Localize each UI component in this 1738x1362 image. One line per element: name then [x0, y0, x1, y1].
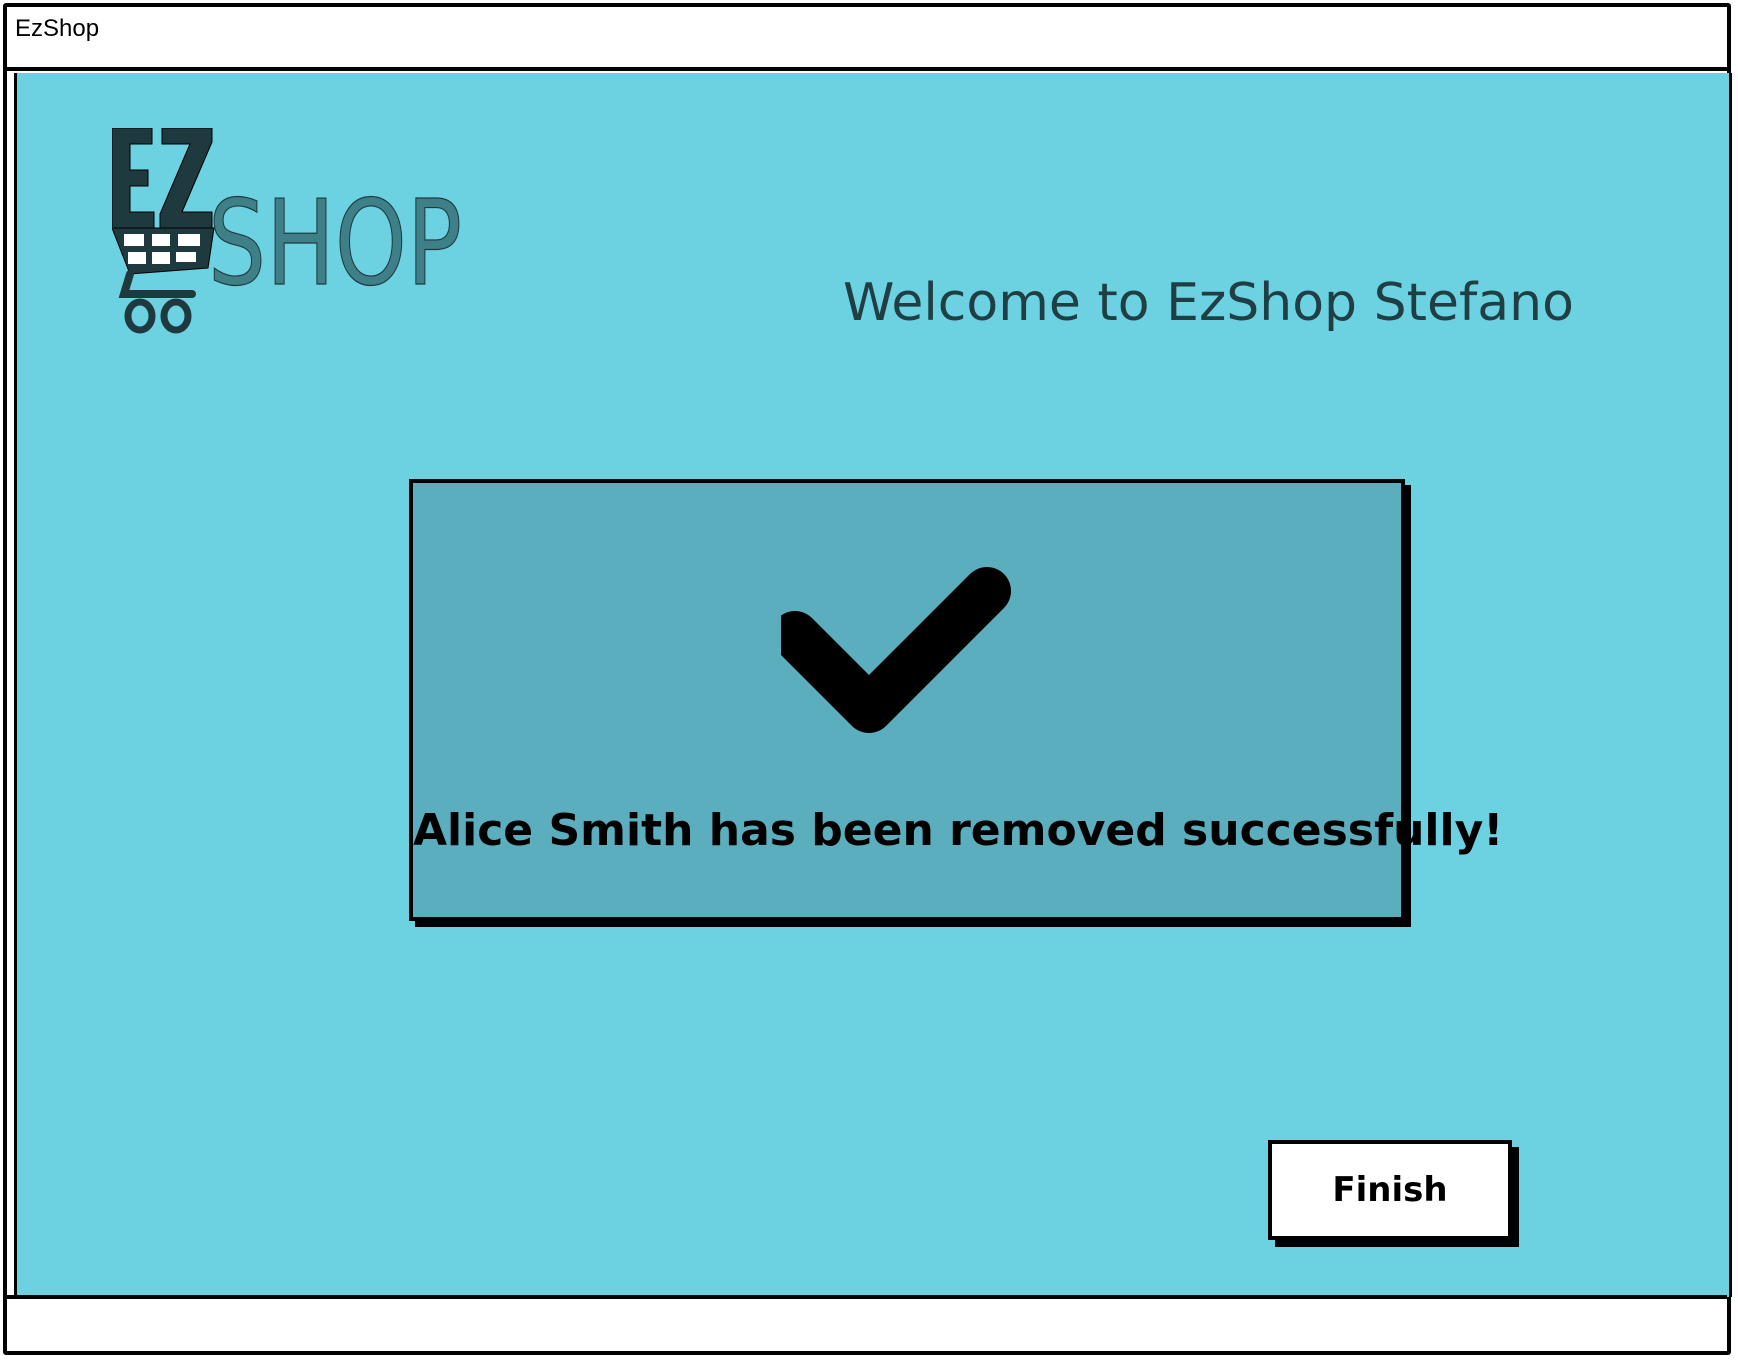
status-bar [7, 1295, 1727, 1351]
main-content: SHOP Welcome to EzShop Stefano Alice Smi… [14, 73, 1732, 1297]
cart-icon [112, 227, 215, 334]
finish-button[interactable]: Finish [1268, 1140, 1512, 1240]
logo-letter-z [159, 128, 213, 229]
app-window: EzShop SHOP Welcome to EzShop Stefano Al… [3, 3, 1732, 1355]
ezshop-logo: SHOP [112, 128, 463, 334]
welcome-message: Welcome to EzShop Stefano [843, 273, 1574, 333]
window-title: EzShop [15, 15, 100, 42]
title-bar: EzShop [7, 7, 1727, 71]
success-message: Alice Smith has been removed successfull… [413, 805, 1504, 856]
checkmark-icon [781, 567, 1011, 733]
logo-letter-e [112, 128, 155, 229]
success-dialog: Alice Smith has been removed successfull… [409, 479, 1504, 921]
logo-word-shop: SHOP [208, 174, 462, 312]
